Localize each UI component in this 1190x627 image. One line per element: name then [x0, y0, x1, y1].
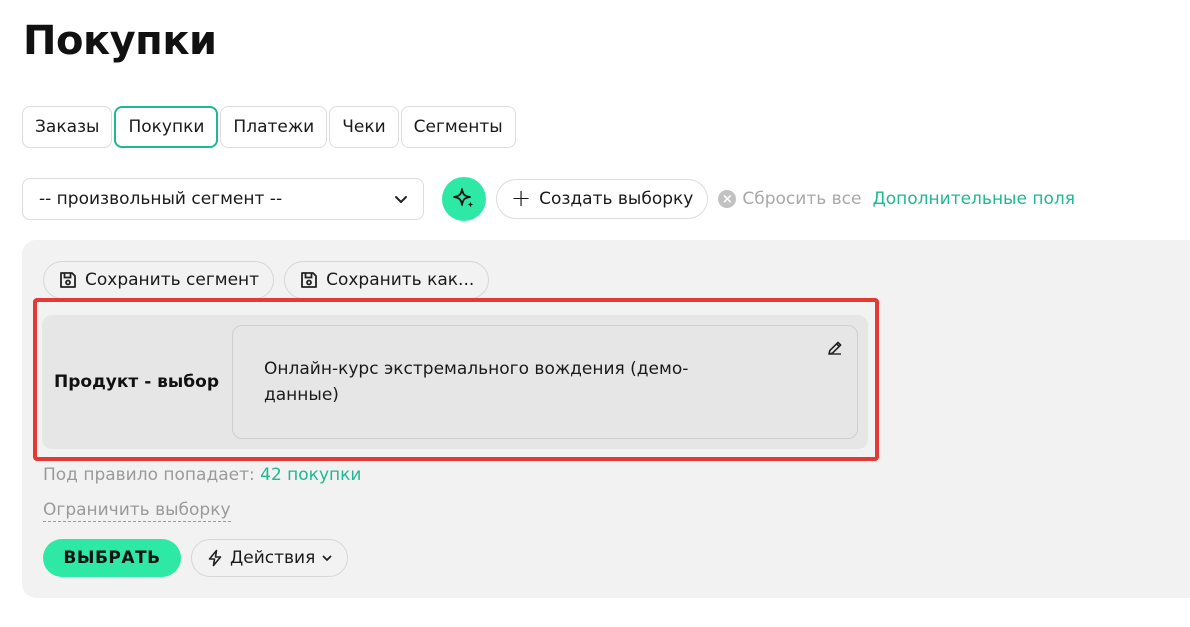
select-button[interactable]: ВЫБРАТЬ	[43, 539, 181, 577]
limit-selection-link[interactable]: Ограничить выборку	[43, 500, 231, 522]
save-segment-button[interactable]: Сохранить сегмент	[43, 261, 275, 299]
save-as-button[interactable]: Сохранить как...	[284, 261, 490, 299]
create-selection-label: Создать выборку	[539, 189, 694, 209]
tab-orders[interactable]: Заказы	[22, 106, 113, 148]
tab-bar: Заказы Покупки Платежи Чеки Сегменты	[22, 106, 516, 148]
match-count-link[interactable]: 42 покупки	[260, 465, 361, 485]
tab-segments[interactable]: Сегменты	[400, 106, 516, 148]
segment-select-value: -- произвольный сегмент --	[39, 189, 283, 209]
ai-sparkle-button[interactable]	[442, 177, 486, 221]
actions-dropdown-button[interactable]: Действия	[191, 539, 349, 577]
create-selection-button[interactable]: + Создать выборку	[496, 179, 709, 219]
actions-label: Действия	[230, 548, 316, 568]
lightning-icon	[208, 549, 222, 567]
tab-purchases[interactable]: Покупки	[114, 106, 219, 148]
floppy-disk-icon	[60, 272, 76, 288]
filter-panel: Сохранить сегмент Сохранить как... Проду…	[22, 240, 1190, 598]
reset-all-button[interactable]: × Сбросить все	[718, 189, 861, 209]
page-title: Покупки	[23, 18, 217, 64]
extra-fields-link[interactable]: Дополнительные поля	[872, 189, 1074, 209]
segment-select[interactable]: -- произвольный сегмент --	[22, 178, 424, 220]
save-actions: Сохранить сегмент Сохранить как...	[43, 261, 490, 299]
reset-all-label: Сбросить все	[742, 189, 862, 209]
match-prefix: Под правило попадает:	[43, 465, 255, 485]
tab-payments[interactable]: Платежи	[220, 106, 328, 148]
floppy-disk-icon	[301, 272, 317, 288]
chevron-down-icon	[322, 555, 332, 561]
highlight-frame	[33, 298, 879, 461]
plus-icon: +	[511, 184, 532, 212]
save-segment-label: Сохранить сегмент	[85, 270, 260, 290]
match-summary: Под правило попадает: 42 покупки	[43, 465, 361, 485]
chevron-down-icon	[395, 196, 407, 203]
tab-receipts[interactable]: Чеки	[329, 106, 399, 148]
sparkle-icon	[453, 188, 474, 208]
close-circle-icon: ×	[718, 190, 737, 208]
filter-toolbar: -- произвольный сегмент -- + Создать выб…	[22, 177, 1075, 221]
save-as-label: Сохранить как...	[326, 270, 475, 290]
